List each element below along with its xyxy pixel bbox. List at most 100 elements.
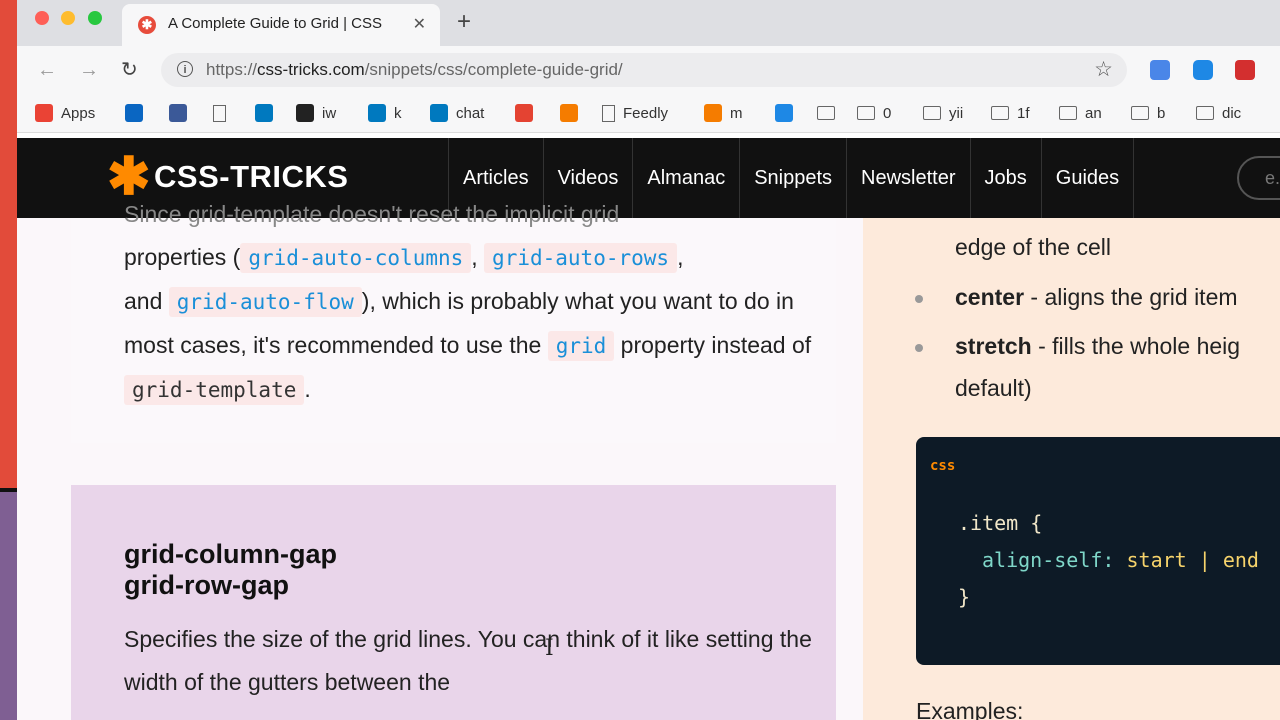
- minimize-window-button[interactable]: [61, 11, 75, 25]
- new-tab-button[interactable]: +: [457, 9, 471, 35]
- bookmark-label: 0: [883, 104, 892, 122]
- instapaper-icon: [296, 104, 314, 122]
- bookmark-label: chat: [456, 104, 485, 122]
- nav-jobs[interactable]: Jobs: [969, 138, 1041, 218]
- bookmark-label: 1f: [1017, 104, 1030, 122]
- bookmark-item[interactable]: m: [704, 103, 743, 123]
- bookmark-item[interactable]: 0: [857, 103, 891, 123]
- back-icon[interactable]: ←: [37, 58, 57, 82]
- url-scheme: https://: [206, 60, 258, 79]
- code-grid-auto-flow: grid-auto-flow: [168, 287, 362, 317]
- code-line: align-self: start | end: [982, 548, 1259, 572]
- browser-window: ✱ A Complete Guide to Grid | CSS ✕ + ← →…: [17, 0, 1280, 720]
- browser-toolbar: ← → ↻ i https://css-tricks.com/snippets/…: [17, 46, 1280, 94]
- bookmark-item[interactable]: [560, 103, 586, 123]
- text: - fills the whole heig: [1031, 333, 1241, 359]
- folder-icon: [857, 106, 875, 120]
- bookmark-item[interactable]: [169, 103, 195, 123]
- code-block: css .item { align-self: start | end }: [916, 437, 1280, 665]
- bookmark-item[interactable]: 1f: [991, 103, 1030, 123]
- translate-extension-icon[interactable]: [1150, 60, 1170, 80]
- close-window-button[interactable]: [35, 11, 49, 25]
- partial-top-line: Since grid-template doesn't reset the im…: [124, 201, 620, 227]
- bookmark-label: k: [394, 104, 402, 122]
- bookmark-item[interactable]: [775, 103, 801, 123]
- examples-label: Examples:: [916, 698, 1024, 720]
- bookmark-item[interactable]: yii: [923, 103, 963, 123]
- trello-icon: [255, 104, 273, 122]
- bookmark-item[interactable]: Feedly: [602, 103, 668, 123]
- bookmark-label: Feedly: [623, 104, 669, 122]
- center-bullet: center - aligns the grid item: [955, 284, 1238, 311]
- site-search-input[interactable]: e.: [1237, 156, 1280, 200]
- bookmark-item[interactable]: k: [368, 103, 402, 123]
- heading-line: grid-column-gap: [124, 539, 337, 569]
- bookmark-item[interactable]: [213, 103, 234, 123]
- bookmark-label: dic: [1222, 104, 1242, 122]
- text: property instead of: [620, 332, 812, 358]
- bookmark-item[interactable]: dic: [1196, 103, 1241, 123]
- nav-guides[interactable]: Guides: [1040, 138, 1135, 218]
- linkedin-icon: [125, 104, 143, 122]
- url-text[interactable]: https://css-tricks.com/snippets/css/comp…: [206, 60, 623, 80]
- right-column: edge of the cell center - aligns the gri…: [863, 218, 1280, 720]
- site-logo[interactable]: CSS-TRICKS: [154, 159, 348, 195]
- bookmark-label: Apps: [61, 104, 96, 122]
- close-tab-icon[interactable]: ✕: [413, 14, 426, 34]
- arrow-icon: [704, 104, 722, 122]
- bookmark-item[interactable]: chat: [430, 103, 484, 123]
- keyword: stretch: [955, 333, 1032, 359]
- bookmark-extension-icon[interactable]: [1235, 60, 1255, 80]
- arrow-icon: [560, 104, 578, 122]
- tab-title: A Complete Guide to Grid | CSS: [168, 15, 382, 32]
- bookmark-item[interactable]: b: [1131, 103, 1165, 123]
- forward-icon[interactable]: →: [79, 58, 99, 82]
- nav-newsletter[interactable]: Newsletter: [846, 138, 969, 218]
- partial-bullet-text: edge of the cell: [955, 234, 1112, 260]
- bookmark-item[interactable]: [817, 103, 843, 123]
- folder-icon: [1059, 106, 1077, 120]
- text-cursor-icon: I: [545, 636, 554, 661]
- bookmark-label: b: [1157, 104, 1166, 122]
- trello-icon: [430, 104, 448, 122]
- code-grid-auto-rows: grid-auto-rows: [484, 243, 678, 273]
- folder-icon: [1196, 106, 1214, 120]
- bookmark-star-icon[interactable]: ☆: [1094, 57, 1113, 82]
- text: and: [124, 288, 163, 314]
- bookmark-item[interactable]: [125, 103, 151, 123]
- folder-icon: [991, 106, 1009, 120]
- code-line: .item {: [958, 511, 1043, 535]
- code-language-label: css: [930, 458, 956, 474]
- d-extension-icon[interactable]: [1193, 60, 1213, 80]
- grid-template-paragraph: Since grid-template doesn't reset the im…: [124, 193, 814, 412]
- stretch-bullet: stretch - fills the whole heig: [955, 333, 1240, 360]
- bookmark-item[interactable]: an: [1059, 103, 1102, 123]
- bookmark-item[interactable]: Apps: [35, 103, 95, 123]
- text: properties (: [124, 244, 241, 270]
- site-info-icon[interactable]: i: [177, 61, 193, 77]
- reload-icon[interactable]: ↻: [121, 58, 138, 82]
- text: ,: [471, 244, 478, 270]
- code-grid: grid: [547, 331, 615, 361]
- text: .: [304, 376, 311, 402]
- desktop-edge: [0, 0, 17, 720]
- apps-grid-icon: [35, 104, 53, 122]
- address-bar[interactable]: i https://css-tricks.com/snippets/css/co…: [161, 53, 1127, 87]
- text: - aligns the grid item: [1024, 284, 1238, 310]
- active-tab[interactable]: ✱ A Complete Guide to Grid | CSS ✕: [122, 4, 440, 46]
- bookmark-item[interactable]: [255, 103, 281, 123]
- bookmark-item[interactable]: iw: [296, 103, 336, 123]
- heading-line: grid-row-gap: [124, 570, 289, 600]
- todoist-icon: [515, 104, 533, 122]
- grid-gap-paragraph: Specifies the size of the grid lines. Yo…: [124, 626, 812, 695]
- code-line: }: [958, 585, 971, 609]
- folder-icon: [923, 106, 941, 120]
- bookmark-label: m: [730, 104, 743, 122]
- facebook-icon: [169, 104, 187, 122]
- url-path: /snippets/css/complete-guide-grid/: [364, 60, 623, 79]
- d-icon: [775, 104, 793, 122]
- text: ,: [677, 244, 684, 270]
- folder-icon: [817, 106, 835, 120]
- maximize-window-button[interactable]: [88, 11, 102, 25]
- bookmark-item[interactable]: [515, 103, 541, 123]
